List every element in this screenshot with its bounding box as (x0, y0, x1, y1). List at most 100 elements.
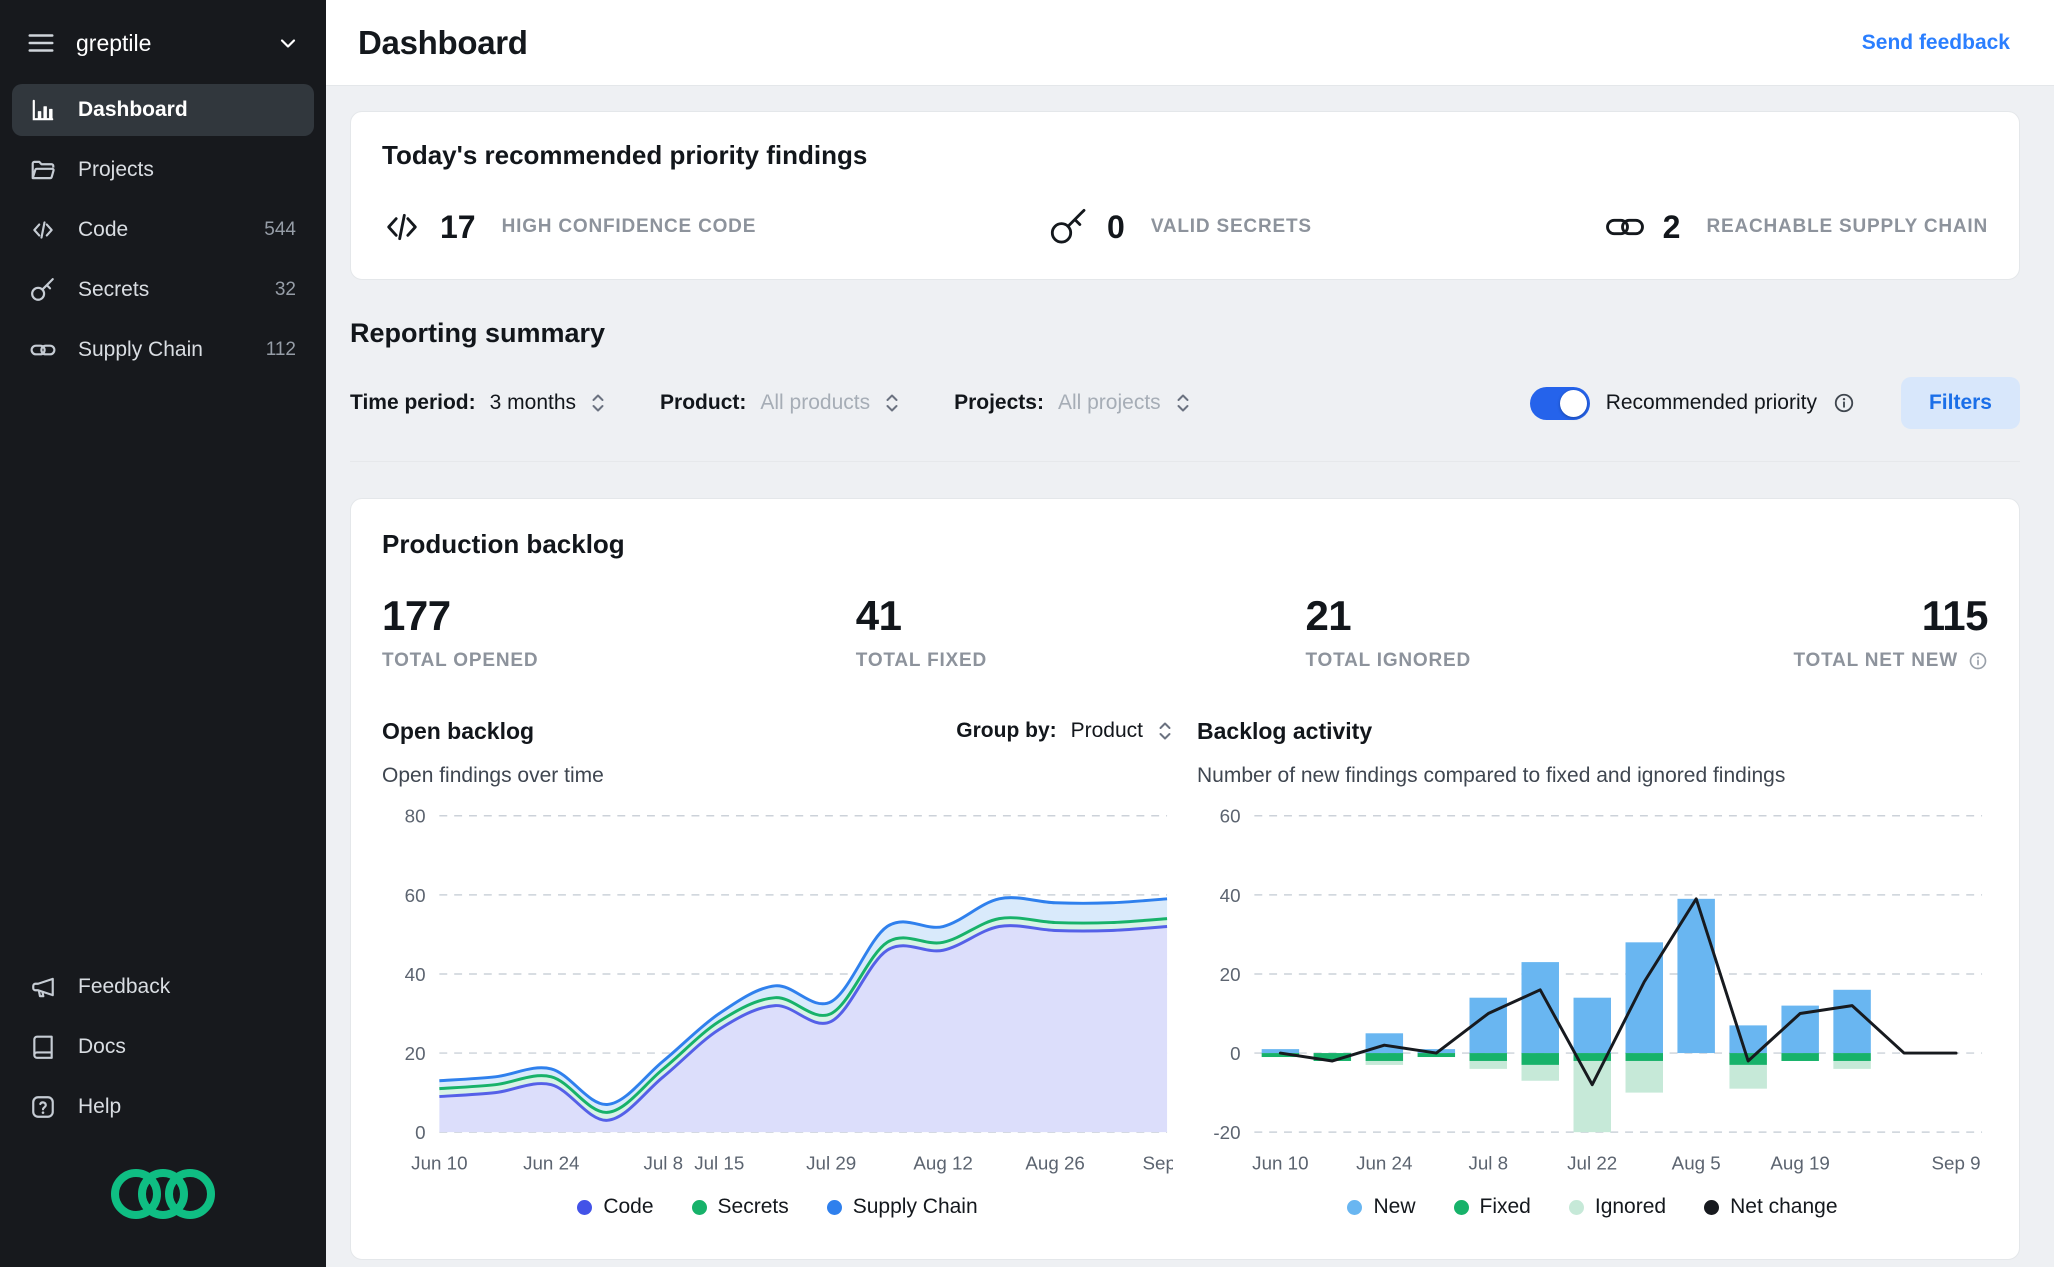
svg-text:0: 0 (415, 1122, 425, 1143)
svg-text:40: 40 (405, 964, 426, 985)
group-by-select[interactable]: Product (1071, 719, 1173, 743)
backlog-activity-header: Backlog activity (1197, 714, 1988, 748)
group-by-control: Group by: Product (956, 719, 1173, 743)
legend-item-fixed: Fixed (1453, 1195, 1531, 1219)
key-icon (1049, 207, 1089, 247)
toggle-knob (1559, 389, 1587, 417)
product-select[interactable]: All products (760, 391, 900, 415)
greptile-logo (0, 1137, 326, 1267)
sidebar-item-label: Code (78, 218, 129, 241)
stat-value: 177 (382, 592, 451, 639)
stat-total-ignored: 21 TOTAL IGNORED (1305, 592, 1793, 672)
backlog-activity-subtitle: Number of new findings compared to fixed… (1197, 764, 1786, 787)
workspace-selector[interactable]: greptile (0, 0, 326, 80)
priority-stats-row: 17 HIGH CONFIDENCE CODE 0 VALID SECRETS (382, 207, 1988, 247)
sidebar-item-code[interactable]: Code 544 (12, 204, 314, 256)
recommended-priority-toggle[interactable] (1529, 386, 1590, 420)
chain-icon (1605, 207, 1645, 247)
sidebar-item-label: Help (78, 1095, 122, 1118)
open-backlog-chart: 0 20 40 60 80 Jun 10 Jun 24 Jul 8 Jul 15 Jul 29 Au… (405, 806, 1173, 1174)
open-backlog-title: Open backlog (382, 717, 535, 744)
svg-text:Jun 10: Jun 10 (1252, 1153, 1308, 1174)
stat-valid-secrets: 0 VALID SECRETS (1049, 207, 1312, 247)
svg-text:Jul 29: Jul 29 (806, 1153, 856, 1174)
stat-value: 115 (1921, 592, 1989, 639)
product-filter: Product: All products (660, 391, 900, 415)
select-chevron-icon (1175, 391, 1191, 415)
backlog-activity-title: Backlog activity (1197, 717, 1373, 744)
svg-text:20: 20 (405, 1043, 426, 1064)
open-backlog-section: Open backlog Group by: Product Open find… (382, 714, 1173, 1219)
stat-label: VALID SECRETS (1150, 216, 1312, 237)
svg-text:Jul 15: Jul 15 (694, 1153, 744, 1174)
svg-text:Aug 19: Aug 19 (1770, 1153, 1829, 1174)
workspace-name: greptile (76, 29, 152, 56)
sidebar-item-help[interactable]: Help (12, 1081, 314, 1133)
stat-label: REACHABLE SUPPLY CHAIN (1706, 216, 1988, 237)
sidebar: greptile Dashboard Projects Code 544 Sec… (0, 0, 326, 1267)
megaphone-icon (30, 974, 56, 1000)
sidebar-footer-nav: Feedback Docs Help (0, 957, 326, 1137)
svg-text:Sep 9: Sep 9 (1143, 1153, 1173, 1174)
legend-dot (577, 1199, 593, 1215)
book-icon (30, 1034, 56, 1060)
svg-text:60: 60 (1220, 806, 1241, 827)
group-by-value: Product (1070, 719, 1143, 742)
stat-value: 21 (1305, 592, 1352, 639)
select-chevron-icon (1157, 719, 1173, 743)
sidebar-item-projects[interactable]: Projects (12, 144, 314, 196)
help-icon (30, 1094, 56, 1120)
code-icon (382, 207, 422, 247)
backlog-activity-legend: New Fixed Ignored Net change (1197, 1195, 1988, 1219)
open-backlog-header: Open backlog Group by: Product (382, 714, 1173, 748)
projects-select[interactable]: All projects (1058, 391, 1191, 415)
legend-item-new: New (1347, 1195, 1416, 1219)
svg-text:Sep 9: Sep 9 (1932, 1153, 1981, 1174)
chain-icon (30, 337, 56, 363)
sidebar-item-dashboard[interactable]: Dashboard (12, 84, 314, 136)
select-chevron-icon (884, 391, 900, 415)
sidebar-item-count: 32 (274, 279, 296, 300)
svg-text:Jul 8: Jul 8 (1468, 1153, 1508, 1174)
stat-total-net-new: 115 TOTAL NET NEW (1793, 592, 1988, 672)
sidebar-item-count: 544 (264, 219, 296, 240)
legend-dot (1704, 1199, 1720, 1215)
charts-row: Open backlog Group by: Product Open find… (382, 714, 1988, 1219)
code-icon (30, 217, 56, 243)
select-chevron-icon (590, 391, 606, 415)
filters-button[interactable]: Filters (1900, 377, 2020, 429)
legend-item-secrets: Secrets (691, 1195, 789, 1219)
recommended-priority-label: Recommended priority (1605, 391, 1817, 414)
stat-value: 0 (1107, 208, 1125, 245)
stat-value: 2 (1662, 208, 1681, 245)
sidebar-item-docs[interactable]: Docs (12, 1021, 314, 1073)
sidebar-item-label: Supply Chain (78, 338, 203, 361)
svg-text:Jun 24: Jun 24 (523, 1153, 579, 1174)
backlog-activity-section: Backlog activity Number of new findings … (1197, 714, 1988, 1219)
time-period-select[interactable]: 3 months (490, 391, 606, 415)
svg-text:-20: -20 (1213, 1122, 1240, 1143)
priority-findings-card: Today's recommended priority findings 17… (350, 111, 2020, 280)
sidebar-nav: Dashboard Projects Code 544 Secrets 32 S… (0, 80, 326, 380)
stat-value: 17 (440, 208, 476, 245)
hamburger-menu-icon[interactable] (26, 28, 56, 58)
svg-text:Jun 24: Jun 24 (1356, 1153, 1412, 1174)
sidebar-item-secrets[interactable]: Secrets 32 (12, 264, 314, 316)
legend-dot (1453, 1199, 1469, 1215)
legend-item-supply-chain: Supply Chain (826, 1195, 978, 1219)
page-title: Dashboard (358, 23, 528, 61)
info-icon[interactable] (1833, 392, 1855, 414)
content: Today's recommended priority findings 17… (326, 86, 2054, 1267)
sidebar-item-supply-chain[interactable]: Supply Chain 112 (12, 324, 314, 376)
info-icon[interactable] (1968, 651, 1988, 671)
sidebar-item-label: Secrets (78, 278, 150, 301)
sidebar-item-feedback[interactable]: Feedback (12, 961, 314, 1013)
legend-dot (1347, 1199, 1363, 1215)
dashboard-icon (30, 97, 56, 123)
stat-label: HIGH CONFIDENCE CODE (501, 216, 757, 237)
folder-icon (30, 157, 56, 183)
send-feedback-link[interactable]: Send feedback (1862, 31, 2010, 55)
legend-dot (691, 1199, 707, 1215)
open-backlog-legend: Code Secrets Supply Chain (382, 1195, 1173, 1219)
